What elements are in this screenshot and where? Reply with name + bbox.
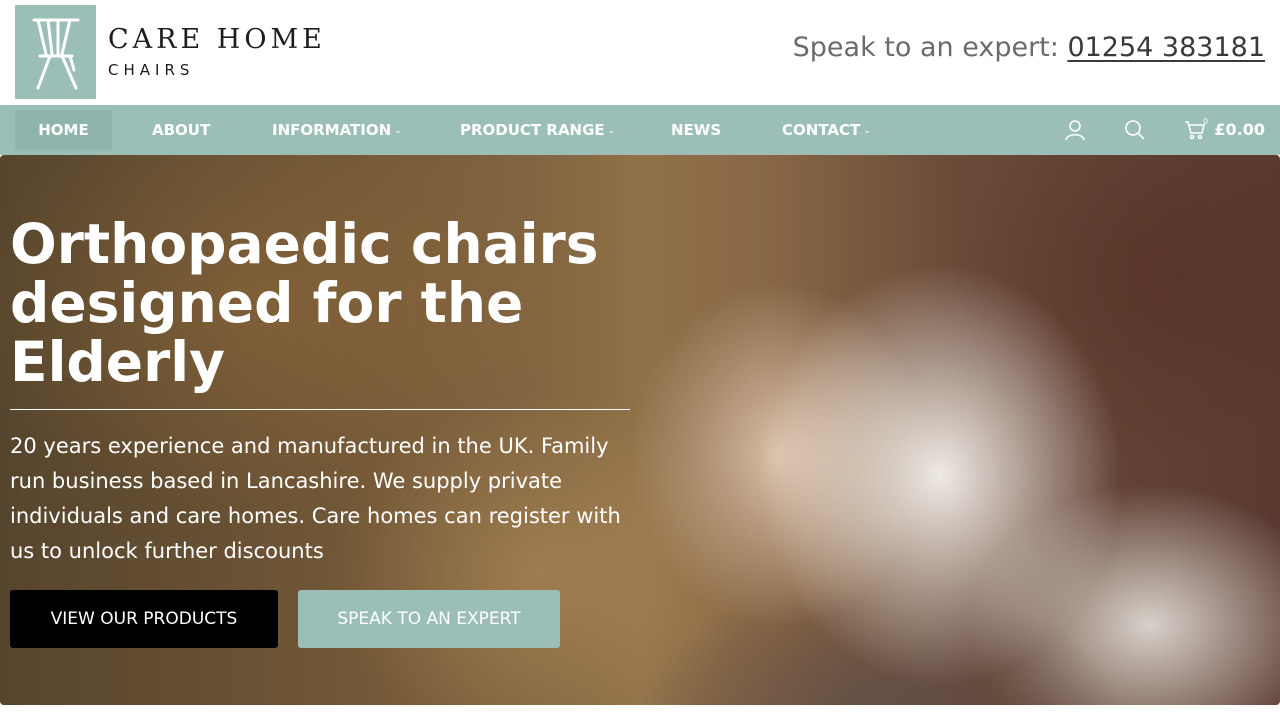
chevron-down-icon: ⌄ [607, 126, 616, 136]
hero-description: 20 years experience and manufactured in … [10, 434, 621, 563]
cart-total[interactable]: £0.00 [1214, 110, 1265, 150]
view-products-button[interactable]: VIEW OUR PRODUCTS [10, 590, 278, 648]
nav-item-information[interactable]: INFORMATION ⌄ [272, 110, 402, 150]
expert-phone-link[interactable]: 01254 383181 [1067, 32, 1265, 63]
nav-item-label: PRODUCT RANGE [460, 121, 605, 139]
speak-to-expert: Speak to an expert: 01254 383181 [793, 32, 1265, 63]
nav-item-product-range[interactable]: PRODUCT RANGE ⌄ [460, 110, 615, 150]
logo-text: CARE HOME CHAIRS [108, 24, 326, 80]
logo-title: CARE HOME [108, 24, 326, 55]
hero-divider [10, 409, 630, 410]
search-icon[interactable] [1123, 118, 1147, 142]
nav-item-label: ABOUT [152, 121, 211, 139]
chair-logo-icon [15, 5, 96, 99]
logo-subtitle: CHAIRS [108, 61, 195, 79]
nav-item-label: CONTACT [782, 121, 861, 139]
nav-item-home[interactable]: HOME [15, 110, 112, 150]
site-logo[interactable]: CARE HOME CHAIRS [15, 5, 326, 99]
hero-title: Orthopaedic chairs designed for the Elde… [10, 212, 599, 394]
cart-count-badge: 0 [1203, 117, 1209, 126]
site-header: CARE HOME CHAIRS Speak to an expert: 012… [0, 0, 1280, 105]
chevron-down-icon: ⌄ [863, 126, 871, 136]
nav-item-contact[interactable]: CONTACT ⌄ [782, 110, 871, 150]
nav-item-about[interactable]: ABOUT [152, 110, 210, 150]
expert-label: Speak to an expert: [792, 32, 1068, 63]
chevron-down-icon: ⌄ [394, 126, 402, 136]
hero-banner: Orthopaedic chairs designed for the Elde… [0, 155, 1280, 705]
nav-item-label: HOME [38, 121, 89, 139]
speak-to-expert-button[interactable]: SPEAK TO AN EXPERT [298, 590, 560, 648]
nav-item-news[interactable]: NEWS [671, 110, 721, 150]
main-nav: HOME ABOUT INFORMATION ⌄ PRODUCT RANGE ⌄ N… [0, 105, 1280, 155]
user-icon[interactable] [1063, 118, 1087, 142]
nav-item-label: NEWS [671, 121, 722, 139]
nav-item-label: INFORMATION [272, 121, 392, 139]
